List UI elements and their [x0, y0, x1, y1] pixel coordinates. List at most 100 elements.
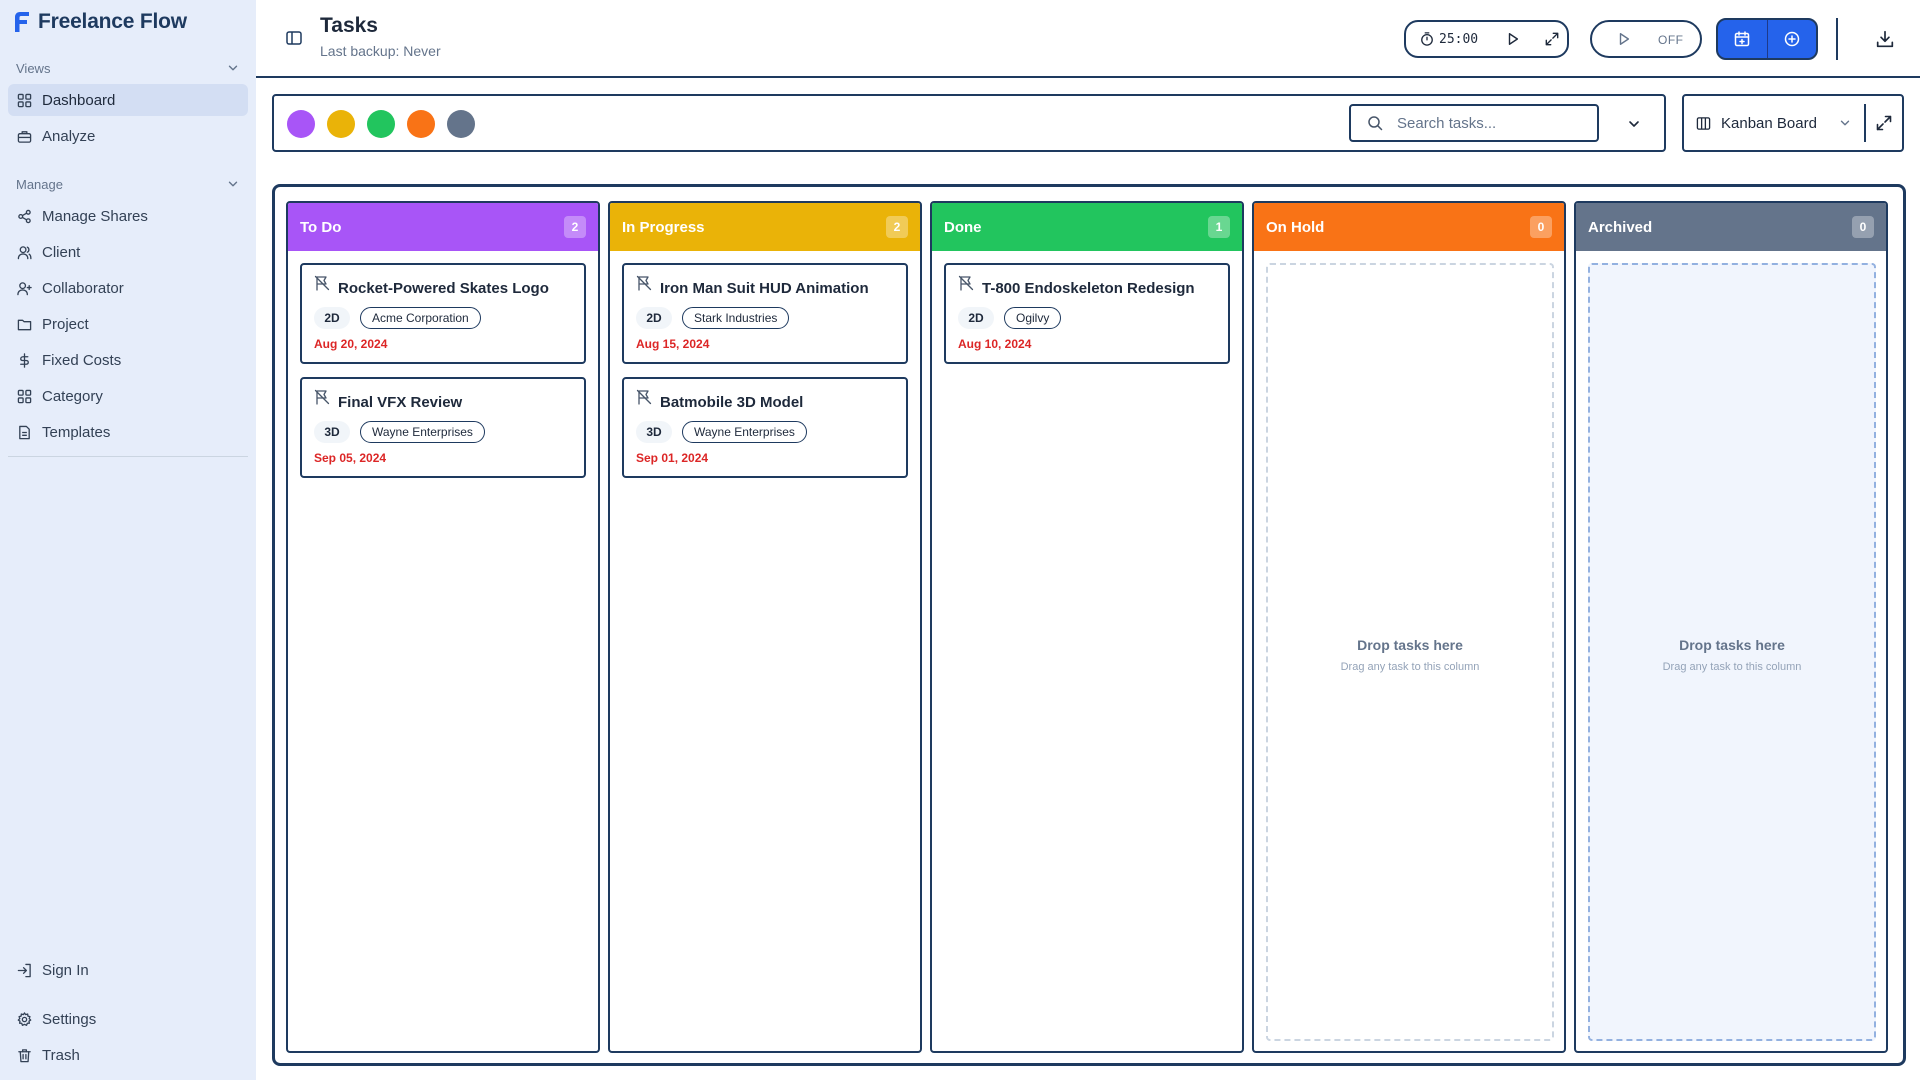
timer-expand-button[interactable] [1540, 27, 1564, 51]
status-filter-on-hold[interactable] [407, 110, 435, 138]
status-filter-in-progress[interactable] [327, 110, 355, 138]
view-mode-select[interactable]: Kanban Board [1696, 106, 1856, 140]
top-header: Tasks Last backup: Never 25:00 OFF [256, 0, 1920, 78]
calendar-add-button[interactable] [1718, 20, 1767, 58]
column-header: To Do 2 [288, 203, 598, 251]
task-due-date: Aug 10, 2024 [958, 337, 1032, 351]
trash-icon [18, 1048, 31, 1062]
timer-start-button[interactable] [1501, 27, 1525, 51]
sidebar-item-sign-in[interactable]: Sign In [8, 954, 248, 986]
brand[interactable]: Freelance Flow [12, 8, 187, 36]
task-type-badge: 2D [636, 307, 672, 329]
sidebar-item-settings[interactable]: Settings [8, 1003, 248, 1035]
task-title: Iron Man Suit HUD Animation [660, 280, 869, 297]
sidebar-item-label: Analyze [42, 127, 96, 145]
folder-icon [17, 319, 32, 330]
play-icon [1508, 33, 1519, 45]
sidebar-item-label: Templates [42, 423, 111, 441]
task-card[interactable]: Batmobile 3D Model 3D Wayne Enterprises … [622, 377, 908, 478]
task-type-badge: 2D [958, 307, 994, 329]
play-icon [1619, 33, 1630, 45]
drop-zone[interactable]: Drop tasks here Drag any task to this co… [1588, 263, 1876, 1041]
sidebar-item-trash[interactable]: Trash [8, 1039, 248, 1071]
sidebar-item-label: Collaborator [42, 279, 124, 297]
task-title: Final VFX Review [338, 394, 463, 411]
task-client-tag: Acme Corporation [360, 307, 481, 329]
view-mode-label: Kanban Board [1721, 114, 1817, 132]
file-icon [19, 425, 30, 439]
sidebar-item-collaborator[interactable]: Collaborator [8, 272, 248, 304]
log-in-icon [17, 963, 31, 977]
flag-off-icon[interactable] [636, 389, 652, 405]
chevron-down-icon[interactable] [1626, 116, 1642, 132]
add-task-button[interactable] [1767, 20, 1816, 58]
flag-off-icon[interactable] [314, 389, 330, 405]
task-title: Rocket-Powered Skates Logo [338, 280, 549, 297]
column-on-hold: On Hold 0 Drop tasks here Drag any task … [1252, 201, 1566, 1053]
expand-icon [1545, 32, 1559, 46]
flag-off-icon[interactable] [314, 275, 330, 291]
column-todo: To Do 2 Rocket-Powered Skates Logo 2D Ac… [286, 201, 600, 1053]
sidebar-item-category[interactable]: Category [8, 380, 248, 412]
flag-off-icon[interactable] [636, 275, 652, 291]
views-section-header[interactable]: Views [16, 58, 240, 78]
sidebar-item-client[interactable]: Client [8, 236, 248, 268]
gear-icon [17, 1011, 32, 1026]
user-plus-icon [17, 281, 32, 295]
columns-icon [1696, 116, 1711, 130]
sidebar-item-project[interactable]: Project [8, 308, 248, 340]
sidebar-toggle-icon[interactable] [286, 30, 302, 46]
backup-status: Last backup: Never [320, 43, 441, 59]
sidebar-item-label: Settings [42, 1010, 97, 1028]
search-icon [1368, 116, 1383, 131]
chevron-down-icon [228, 181, 238, 187]
flag-off-icon[interactable] [958, 275, 974, 291]
header-divider [1836, 18, 1838, 60]
drop-zone-hint: Drag any task to this column [1662, 661, 1802, 673]
task-card[interactable]: T-800 Endoskeleton Redesign 2D Ogilvy Au… [944, 263, 1230, 364]
primary-action-group [1716, 18, 1818, 60]
task-title: T-800 Endoskeleton Redesign [982, 280, 1195, 297]
timer-display: 25:00 [1439, 31, 1479, 47]
search-box [1349, 104, 1599, 142]
column-title: To Do [300, 218, 342, 236]
status-filter-done[interactable] [367, 110, 395, 138]
task-card[interactable]: Final VFX Review 3D Wayne Enterprises Se… [300, 377, 586, 478]
task-card[interactable]: Rocket-Powered Skates Logo 2D Acme Corpo… [300, 263, 586, 364]
pomodoro-timer: 25:00 [1404, 20, 1569, 58]
task-card[interactable]: Iron Man Suit HUD Animation 2D Stark Ind… [622, 263, 908, 364]
column-count-badge: 2 [886, 216, 908, 238]
column-title: Archived [1588, 218, 1653, 236]
column-title: Done [944, 218, 982, 236]
tracker-start-button[interactable] [1612, 27, 1636, 51]
user-icon [17, 245, 32, 259]
sidebar-item-label: Trash [42, 1046, 80, 1064]
status-filter-archived[interactable] [447, 110, 475, 138]
drop-zone-title: Drop tasks here [1357, 637, 1463, 653]
task-type-badge: 2D [314, 307, 350, 329]
download-icon[interactable] [1876, 30, 1894, 48]
column-header: On Hold 0 [1254, 203, 1564, 251]
app-name: Freelance Flow [38, 10, 187, 33]
sidebar-item-label: Category [42, 387, 103, 405]
task-type-badge: 3D [636, 421, 672, 443]
search-input[interactable] [1397, 114, 1587, 132]
sidebar-item-label: Sign In [42, 961, 89, 979]
task-client-tag: Ogilvy [1004, 307, 1062, 329]
sidebar-item-manage-shares[interactable]: Manage Shares [8, 200, 248, 232]
drop-zone[interactable]: Drop tasks here Drag any task to this co… [1266, 263, 1554, 1041]
sidebar-item-fixed-costs[interactable]: Fixed Costs [8, 344, 248, 376]
calendar-plus-icon [1735, 31, 1750, 47]
status-filter-todo[interactable] [287, 110, 315, 138]
task-title: Batmobile 3D Model [660, 394, 804, 411]
sidebar-item-dashboard[interactable]: Dashboard [8, 84, 248, 116]
chevron-down-icon [228, 65, 238, 71]
sidebar-item-templates[interactable]: Templates [8, 416, 248, 448]
task-type-badge: 3D [314, 421, 350, 443]
time-tracker-toggle[interactable]: OFF [1590, 20, 1702, 58]
briefcase-icon [17, 130, 32, 143]
expand-icon[interactable] [1876, 115, 1892, 131]
manage-section-header[interactable]: Manage [16, 174, 240, 194]
sidebar-item-analyze[interactable]: Analyze [8, 120, 248, 152]
column-title: In Progress [622, 218, 705, 236]
